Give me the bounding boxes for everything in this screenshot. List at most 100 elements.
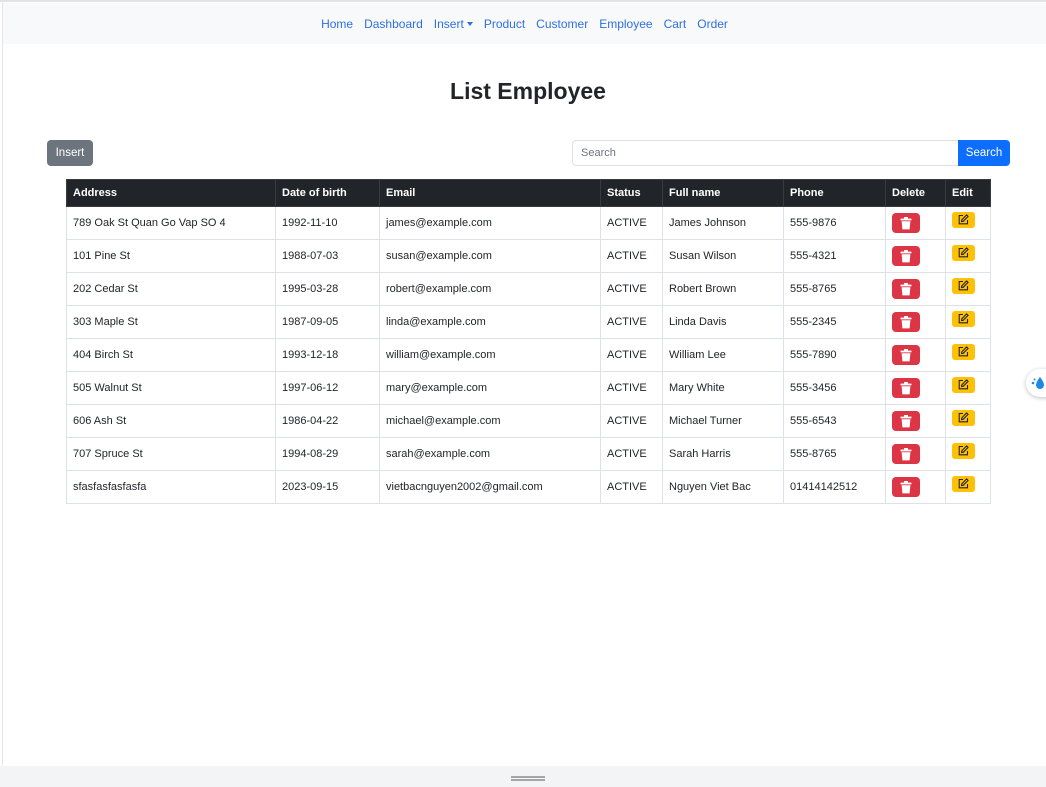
cell-email: william@example.com bbox=[379, 338, 601, 372]
column-header-full-name: Full name bbox=[662, 179, 784, 207]
trash-icon bbox=[900, 348, 912, 361]
cell-date-of-birth: 1986-04-22 bbox=[275, 404, 380, 438]
resize-handle[interactable] bbox=[511, 776, 545, 781]
edit-button[interactable] bbox=[952, 475, 975, 492]
cell-status: ACTIVE bbox=[600, 239, 663, 273]
cell-phone: 555-2345 bbox=[783, 305, 886, 339]
caret-down-icon bbox=[466, 22, 473, 26]
cell-address: 202 Cedar St bbox=[66, 272, 276, 306]
table-row: 404 Birch St 1993-12-18 william@example.… bbox=[66, 338, 991, 372]
cell-edit bbox=[945, 404, 991, 438]
cell-address: 606 Ash St bbox=[66, 404, 276, 438]
edit-button[interactable] bbox=[952, 310, 975, 327]
trash-icon bbox=[900, 381, 912, 394]
nav-customer[interactable]: Customer bbox=[536, 17, 588, 31]
edit-button[interactable] bbox=[952, 244, 975, 261]
edit-button[interactable] bbox=[952, 277, 975, 294]
cell-full-name: William Lee bbox=[662, 338, 784, 372]
cell-delete bbox=[885, 371, 946, 405]
cell-delete bbox=[885, 305, 946, 339]
edit-icon bbox=[958, 247, 969, 258]
cell-status: ACTIVE bbox=[600, 404, 663, 438]
delete-button[interactable] bbox=[892, 213, 920, 233]
cell-phone: 555-7890 bbox=[783, 338, 886, 372]
delete-button[interactable] bbox=[892, 279, 920, 299]
cell-full-name: Mary White bbox=[662, 371, 784, 405]
cell-phone: 555-9876 bbox=[783, 206, 886, 240]
search-button[interactable]: Search bbox=[958, 140, 1010, 166]
edit-button[interactable] bbox=[952, 409, 975, 426]
cell-delete bbox=[885, 470, 946, 504]
cell-full-name: Sarah Harris bbox=[662, 437, 784, 471]
nav-product[interactable]: Product bbox=[484, 17, 525, 31]
column-header-delete: Delete bbox=[885, 179, 946, 207]
nav-order[interactable]: Order bbox=[697, 17, 728, 31]
nav-employee[interactable]: Employee bbox=[599, 17, 652, 31]
cell-delete bbox=[885, 404, 946, 438]
edit-icon bbox=[958, 379, 969, 390]
cell-delete bbox=[885, 206, 946, 240]
top-navbar: Home Dashboard Insert Product Customer E… bbox=[3, 3, 1046, 44]
edit-button[interactable] bbox=[952, 442, 975, 459]
cell-date-of-birth: 1994-08-29 bbox=[275, 437, 380, 471]
delete-button[interactable] bbox=[892, 444, 920, 464]
cell-full-name: Linda Davis bbox=[662, 305, 784, 339]
page-title: List Employee bbox=[450, 78, 606, 104]
cell-email: linda@example.com bbox=[379, 305, 601, 339]
floating-extension-button[interactable] bbox=[1026, 369, 1046, 397]
cell-phone: 555-8765 bbox=[783, 437, 886, 471]
window-left-border bbox=[2, 2, 3, 766]
trash-icon bbox=[900, 414, 912, 427]
edit-icon bbox=[958, 478, 969, 489]
cell-phone: 555-8765 bbox=[783, 272, 886, 306]
cell-status: ACTIVE bbox=[600, 371, 663, 405]
column-header-status: Status bbox=[600, 179, 663, 207]
edit-button[interactable] bbox=[952, 343, 975, 360]
delete-button[interactable] bbox=[892, 477, 920, 497]
cell-date-of-birth: 1987-09-05 bbox=[275, 305, 380, 339]
cell-status: ACTIVE bbox=[600, 272, 663, 306]
cell-delete bbox=[885, 239, 946, 273]
cell-date-of-birth: 1995-03-28 bbox=[275, 272, 380, 306]
cell-status: ACTIVE bbox=[600, 305, 663, 339]
delete-button[interactable] bbox=[892, 411, 920, 431]
edit-icon bbox=[958, 280, 969, 291]
cell-phone: 555-4321 bbox=[783, 239, 886, 273]
cell-email: vietbacnguyen2002@gmail.com bbox=[379, 470, 601, 504]
nav-insert-dropdown[interactable]: Insert bbox=[434, 17, 473, 31]
edit-icon bbox=[958, 412, 969, 423]
trash-icon bbox=[900, 216, 912, 229]
delete-button[interactable] bbox=[892, 378, 920, 398]
cell-edit bbox=[945, 206, 991, 240]
table-body: 789 Oak St Quan Go Vap SO 4 1992-11-10 j… bbox=[66, 206, 991, 504]
cell-phone: 555-3456 bbox=[783, 371, 886, 405]
column-header-address: Address bbox=[66, 179, 276, 207]
cell-address: 303 Maple St bbox=[66, 305, 276, 339]
edit-icon bbox=[958, 313, 969, 324]
droplet-icon bbox=[1031, 377, 1044, 389]
cell-email: mary@example.com bbox=[379, 371, 601, 405]
cell-edit bbox=[945, 272, 991, 306]
table-row: sfasfasfasfasfa 2023-09-15 vietbacnguyen… bbox=[66, 470, 991, 504]
insert-button[interactable]: Insert bbox=[47, 140, 93, 166]
table-header-row: Address Date of birth Email Status Full … bbox=[66, 179, 991, 207]
cell-date-of-birth: 1997-06-12 bbox=[275, 371, 380, 405]
edit-icon bbox=[958, 445, 969, 456]
edit-button[interactable] bbox=[952, 211, 975, 228]
cell-full-name: Michael Turner bbox=[662, 404, 784, 438]
trash-icon bbox=[900, 249, 912, 262]
cell-phone: 01414142512 bbox=[783, 470, 886, 504]
delete-button[interactable] bbox=[892, 246, 920, 266]
trash-icon bbox=[900, 447, 912, 460]
nav-cart[interactable]: Cart bbox=[664, 17, 687, 31]
cell-email: susan@example.com bbox=[379, 239, 601, 273]
nav-dashboard[interactable]: Dashboard bbox=[364, 17, 423, 31]
cell-address: 707 Spruce St bbox=[66, 437, 276, 471]
nav-home[interactable]: Home bbox=[321, 17, 353, 31]
delete-button[interactable] bbox=[892, 345, 920, 365]
search-input[interactable] bbox=[572, 140, 958, 166]
delete-button[interactable] bbox=[892, 312, 920, 332]
cell-delete bbox=[885, 272, 946, 306]
table-row: 789 Oak St Quan Go Vap SO 4 1992-11-10 j… bbox=[66, 206, 991, 240]
edit-button[interactable] bbox=[952, 376, 975, 393]
